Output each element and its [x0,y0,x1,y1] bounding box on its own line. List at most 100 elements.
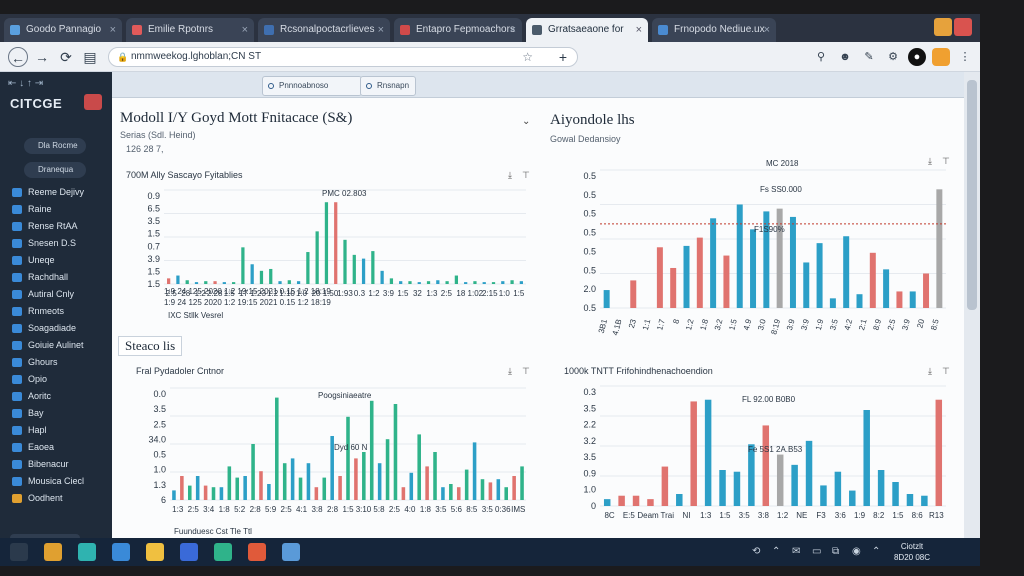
tray-icon[interactable]: ✉ [792,546,800,557]
bar [863,410,870,506]
y-tick-label: 0.5 [583,171,596,181]
add-icon[interactable]: + [559,48,567,66]
x-tick-label: 8:5 [929,318,941,332]
account-icon[interactable]: ● [908,48,926,66]
close-icon[interactable]: × [110,18,116,42]
app-icon[interactable] [282,543,300,561]
bar [696,237,703,308]
start-icon[interactable] [10,543,28,561]
sidebar-item-icon [12,256,22,265]
bar [417,434,421,500]
edge-icon[interactable] [78,543,96,561]
browser-tab-strip: Goodo Pannagio × Emilie Rpotnrs × Rcsona… [0,14,980,42]
profile-icon[interactable]: ☻ [836,48,854,66]
bar [661,466,669,506]
content-tab[interactable]: Pnnnoabnoso [262,76,362,96]
tray-icon[interactable]: ⧉ [832,546,839,557]
sidebar-item[interactable]: Mousica Ciecl [10,473,108,489]
chart-annotation: Fe 5S1 2A.B53 [748,445,803,454]
x-tick-label: 1:5 [342,505,354,514]
sidebar-item[interactable]: Rnmeots [10,303,108,319]
windows-icon[interactable] [112,543,130,561]
tab-label: Frnopodo Nediue.ux [674,24,765,35]
tray-icon[interactable]: ▭ [812,546,821,557]
sidebar-item[interactable]: Aoritc [10,388,108,404]
sidebar-nav-icons[interactable]: ⇤ ↓ ↑ ⇥ [8,78,104,92]
sidebar-item[interactable]: Bay [10,405,108,421]
sidebar-item[interactable]: Rense RtAA [10,218,108,234]
content-tab[interactable]: Rnsnapn [360,76,416,96]
close-icon[interactable]: × [510,18,516,42]
sidebar-item[interactable]: Autiral Cnly [10,286,108,302]
photos-icon[interactable] [44,543,62,561]
sidebar-item[interactable]: Raine [10,201,108,217]
sidebar-pill-button[interactable]: Dranequa [24,162,86,178]
tray-icon[interactable]: ⟲ [752,546,760,557]
extension-icon[interactable] [932,48,950,66]
bar [222,282,226,284]
bar [710,218,717,308]
sidebar-item-label: Bibenacur [28,459,69,469]
x-tick-label: 3:4 [203,505,215,514]
sidebar-item[interactable]: Snesen D.S [10,235,108,251]
browser-tab-active[interactable]: Grratsaeaone for × [526,18,648,42]
folder-icon[interactable] [146,543,164,561]
settings-icon[interactable]: ⚙ [884,48,902,66]
x-tick-label: 32 [413,289,422,298]
sidebar-pill-button[interactable]: Dla Rocme [24,138,86,154]
bar [290,458,295,500]
back-button[interactable]: ← [8,47,28,67]
scrollbar[interactable] [964,72,980,538]
star-icon[interactable]: ☆ [522,48,533,66]
bar [377,463,382,500]
close-icon[interactable]: × [242,18,248,42]
sidebar-item[interactable]: Goiuie Aulinet [10,337,108,353]
tray-icon[interactable]: ⌃ [772,546,780,557]
menu-icon[interactable]: ⋮ [956,48,974,66]
close-icon[interactable]: × [636,18,642,42]
browser-tab[interactable]: Frnopodo Nediue.ux × [652,18,776,42]
browser-tab[interactable]: Goodo Pannagio × [4,18,122,42]
tray-icon[interactable]: ⌃ [872,546,880,557]
browser-tab[interactable]: Rcsonalpoctacrlieves × [258,18,390,42]
reload-button[interactable]: ⟳ [56,47,76,67]
scrollbar-thumb[interactable] [967,80,977,310]
browser-tab[interactable]: Emilie Rpotnrs × [126,18,254,42]
window-icon-red[interactable] [954,18,972,36]
forward-button[interactable]: → [32,47,52,67]
chevron-down-icon[interactable]: ⌄ [522,116,530,127]
address-bar[interactable]: 🔒 nmmweekog.lghoblan;CN ST ☆ + [108,47,578,67]
search-icon[interactable]: ⚲ [812,48,830,66]
y-tick-label: 0.5 [583,303,596,313]
close-icon[interactable]: × [378,18,384,42]
sidebar-item[interactable]: Rachdhall [10,269,108,285]
window-icon-yellow[interactable] [934,18,952,36]
sidebar-item[interactable]: Uneqe [10,252,108,268]
sidebar-item-icon [12,460,22,469]
sidebar-item[interactable]: Hapl [10,422,108,438]
apps-button[interactable]: ▤ [80,47,100,67]
x-tick-label: 5:8 [373,505,385,514]
x-tick-label: 1:93 [337,289,353,298]
chrome-icon[interactable] [248,543,266,561]
bar [683,245,690,308]
bar [314,487,319,500]
sidebar-item[interactable]: Reeme Dejivy [10,184,108,200]
terminal-icon[interactable] [214,543,232,561]
bar [736,204,743,308]
sidebar-item[interactable]: Opio [10,371,108,387]
pen-icon[interactable]: ✎ [860,48,878,66]
tray-icon[interactable]: ◉ [852,546,861,557]
chart-title: 1000k TNTT Frifohindhenachoendion [564,366,713,376]
sidebar-item[interactable]: Eaoea [10,439,108,455]
bar [445,281,449,284]
clock[interactable]: Ciotzlt 8D20 08C [888,541,936,563]
browser-tab[interactable]: Entapro Fepmoachors × [394,18,522,42]
sidebar-item[interactable]: Ghours [10,354,108,370]
x-tick-label: 3:5 [739,511,751,520]
photoshop-icon[interactable] [180,543,198,561]
sidebar-item[interactable]: Oodhent [10,490,108,506]
close-icon[interactable]: × [764,18,770,42]
sidebar-item[interactable]: Bibenacur [10,456,108,472]
sidebar-item[interactable]: Soagadiade [10,320,108,336]
